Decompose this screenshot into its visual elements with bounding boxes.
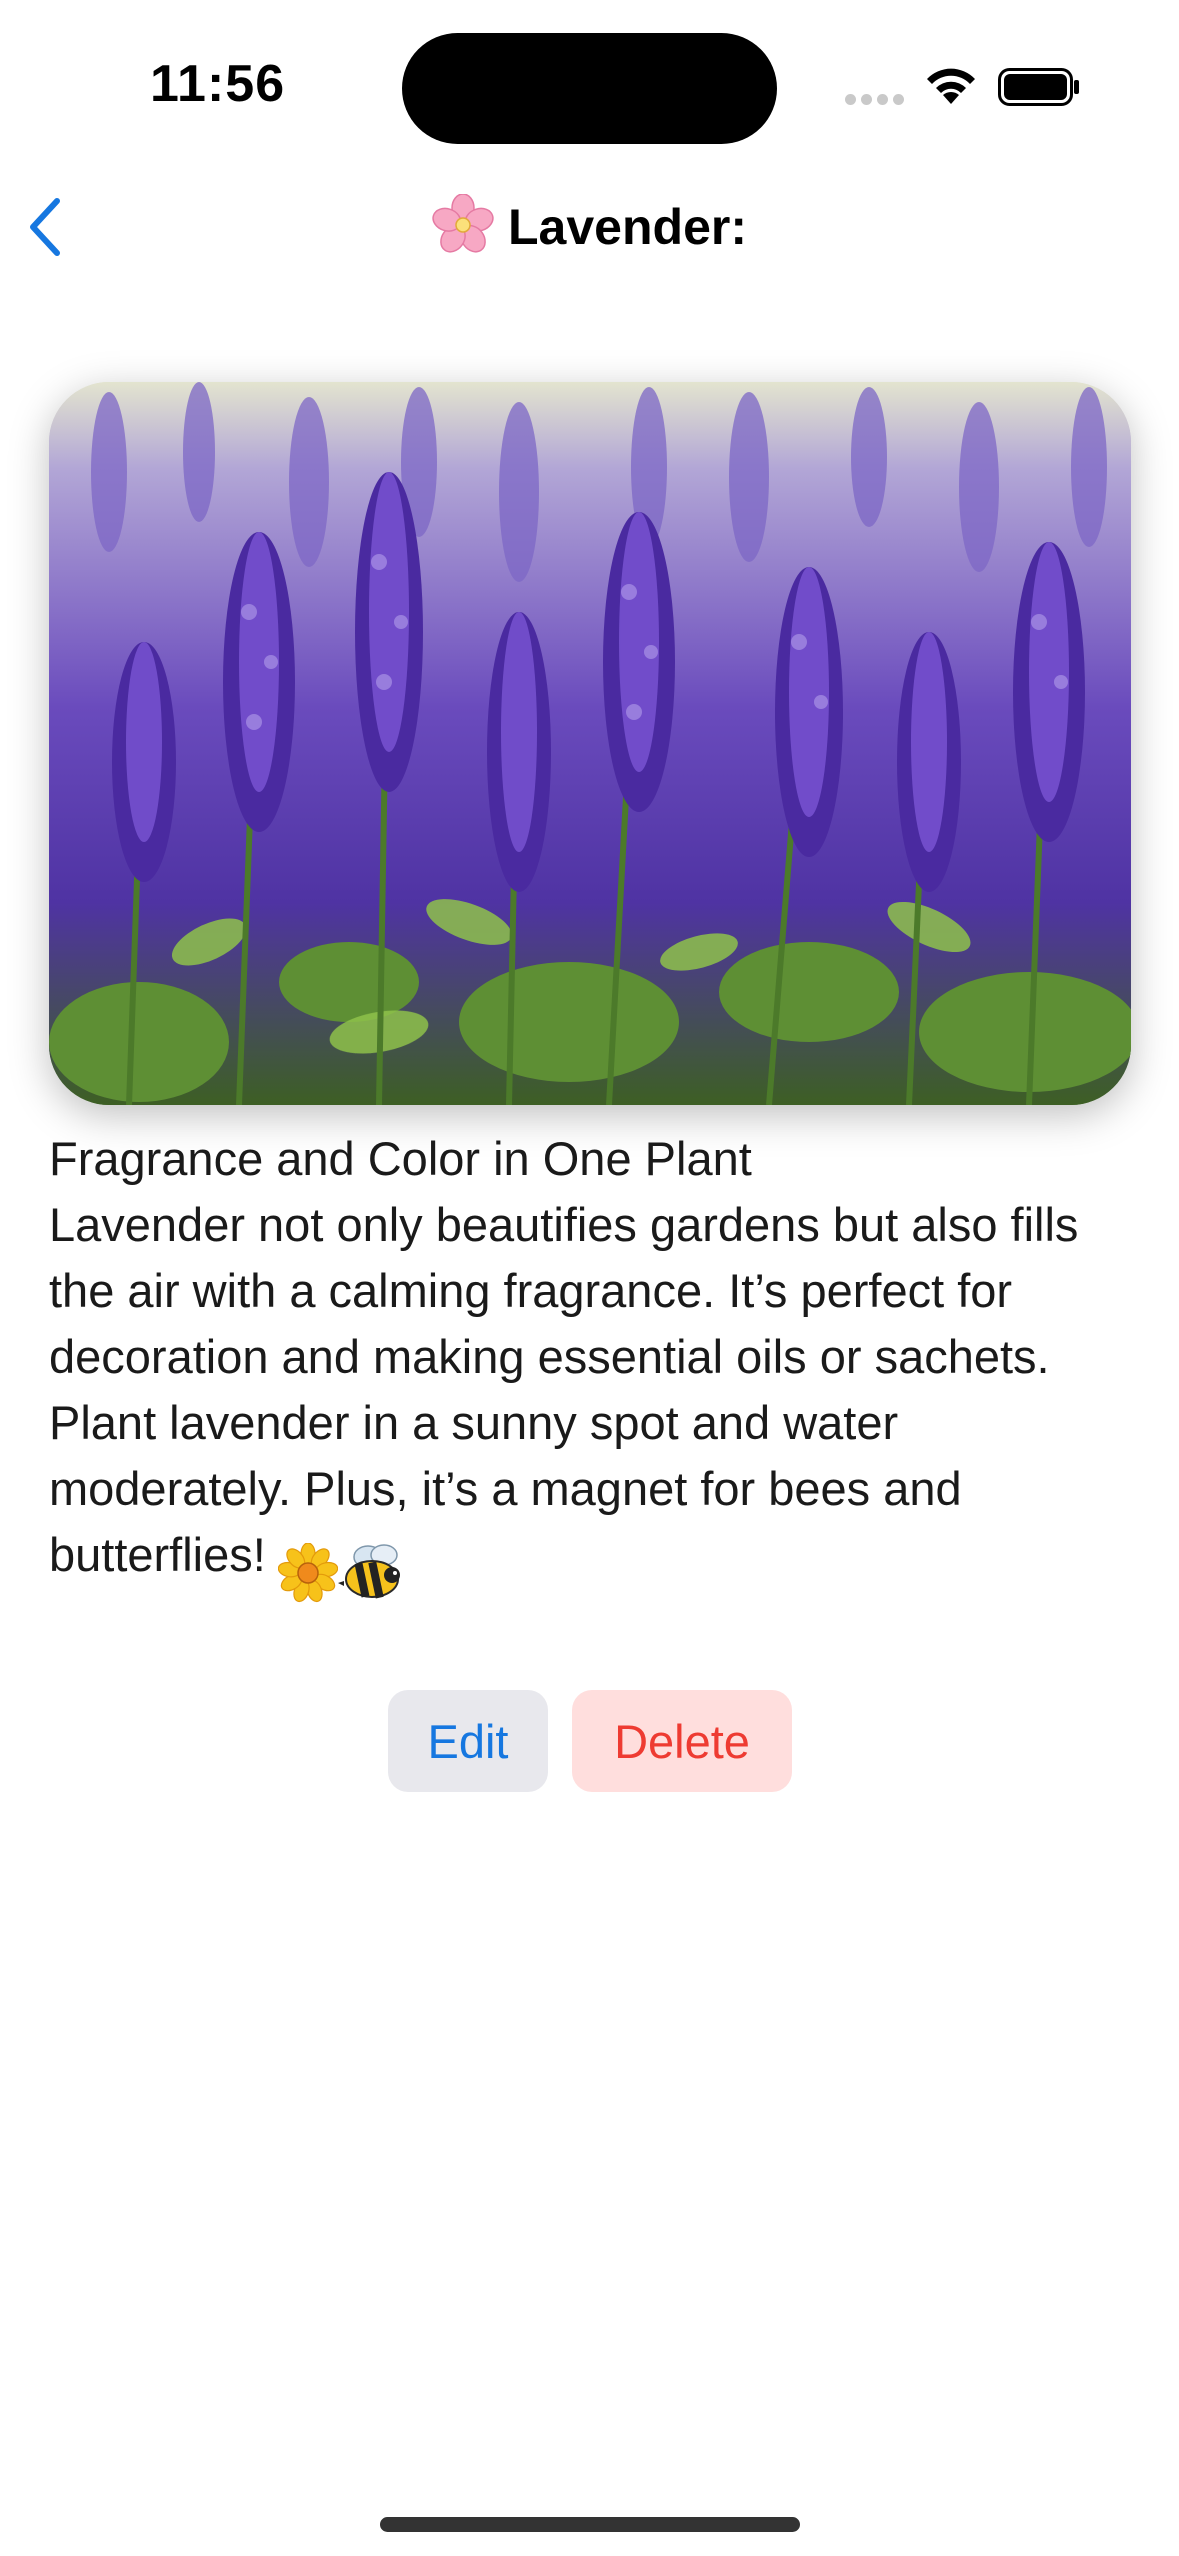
- battery-icon: [998, 68, 1079, 106]
- description-body-text: Lavender not only beautifies gardens but…: [49, 1198, 1079, 1581]
- bee-icon: [337, 1543, 400, 1599]
- status-bar: 11:56: [0, 0, 1179, 170]
- page-title: Lavender:: [0, 192, 1179, 262]
- dynamic-island: [402, 33, 777, 144]
- page-title-text: Lavender:: [508, 199, 747, 255]
- home-indicator[interactable]: [380, 2517, 800, 2532]
- edit-button[interactable]: Edit: [388, 1690, 548, 1792]
- delete-button[interactable]: Delete: [572, 1690, 792, 1792]
- wifi-icon: [927, 68, 975, 104]
- status-time: 11:56: [150, 55, 286, 113]
- plant-description: Fragrance and Color in One Plant Lavende…: [49, 1126, 1139, 1603]
- description-heading: Fragrance and Color in One Plant: [49, 1132, 752, 1185]
- description-body: Lavender not only beautifies gardens but…: [49, 1192, 1139, 1603]
- trailing-emojis: [277, 1536, 406, 1603]
- action-buttons: Edit Delete: [0, 1690, 1179, 1792]
- cellular-signal-icon: [845, 94, 905, 106]
- cherry-blossom-icon: [432, 194, 494, 253]
- lavender-photo: [49, 382, 1131, 1105]
- navigation-bar: Lavender:: [0, 170, 1179, 285]
- sunflower-icon: [277, 1542, 338, 1602]
